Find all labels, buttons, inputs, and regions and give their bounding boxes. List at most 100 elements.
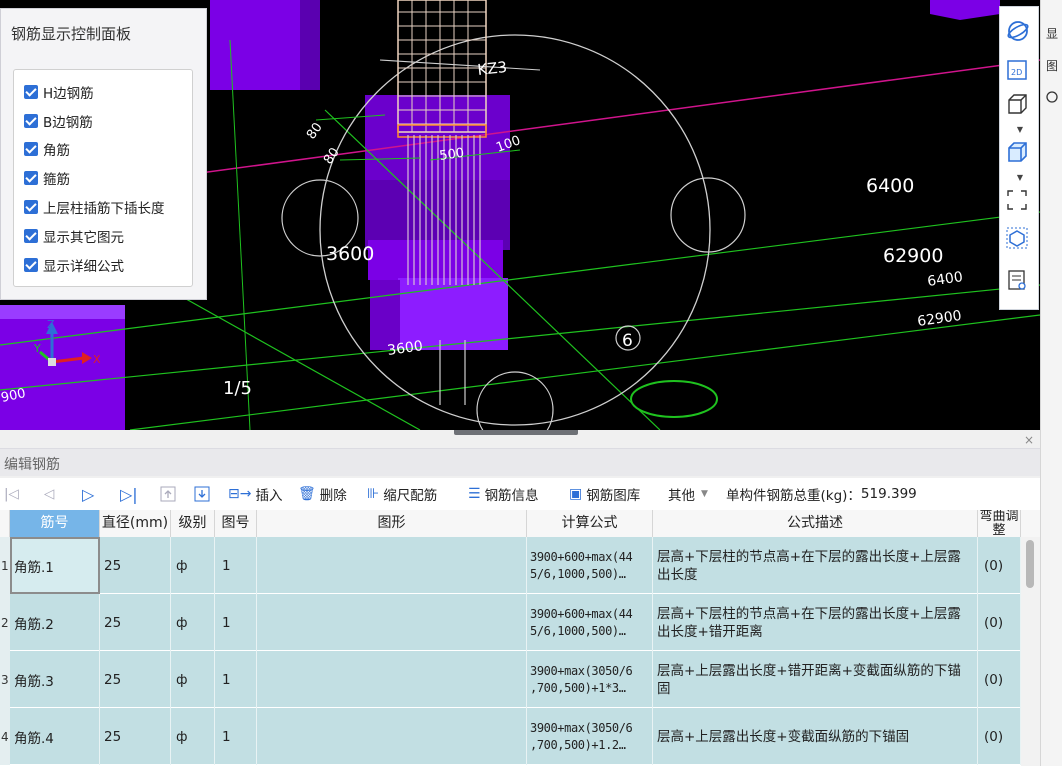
first-record-icon[interactable]: |◁ — [4, 478, 19, 510]
table-row[interactable]: 3 角筋.3 25 ф 1 3900+max(3050/6 ,700,500)+… — [0, 651, 1021, 708]
delete-button[interactable]: 🗑 删除 — [298, 478, 347, 510]
cell-shape[interactable] — [257, 651, 527, 708]
cell-grade[interactable]: ф — [171, 651, 215, 708]
move-down-icon[interactable] — [194, 478, 210, 510]
scale-label: 缩尺配筋 — [383, 488, 438, 504]
checkbox-checked-icon[interactable] — [24, 229, 38, 243]
cell-diameter[interactable]: 25 — [100, 537, 171, 594]
view-3d-solid-icon[interactable] — [1006, 141, 1032, 167]
rebar-info-button[interactable]: ☰ 钢筋信息 — [468, 478, 539, 510]
col-header-formula-desc[interactable]: 公式描述 — [653, 510, 978, 537]
insert-button[interactable]: ⊟→ 插入 — [228, 478, 282, 510]
cell-formula-desc[interactable]: 层高+下层柱的节点高+在下层的露出长度+上层露出长度+错开距离 — [653, 594, 978, 651]
other-menu-button[interactable]: 其他 ▼ — [668, 478, 708, 510]
cell-bend-adjust[interactable]: (0) — [978, 708, 1021, 765]
option-show-detailed-formula[interactable]: 显示详细公式 — [24, 254, 124, 276]
cell-formula-desc[interactable]: 层高+上层露出长度+错开距离+变截面纵筋的下锚固 — [653, 651, 978, 708]
cell-bar-number[interactable]: 角筋.2 — [10, 594, 100, 651]
rebar-library-button[interactable]: ▣ 钢筋图库 — [569, 478, 640, 510]
prev-record-icon[interactable]: ◁ — [44, 478, 54, 510]
3d-viewport[interactable]: KZ3 500 100 80 80 3600 3600 6400 6400 62… — [0, 0, 1040, 430]
vertical-scrollbar[interactable] — [1021, 537, 1040, 766]
total-weight: 单构件钢筋总重(kg)： 519.399 — [726, 478, 917, 510]
table-row[interactable]: 2 角筋.2 25 ф 1 3900+600+max(44 5/6,1000,5… — [0, 594, 1021, 651]
side-panel-tab[interactable]: 图 — [1043, 56, 1061, 74]
dim-label-left-a: 80 — [304, 120, 326, 142]
svg-text:2D: 2D — [1011, 68, 1022, 77]
chevron-down-icon[interactable]: ▼ — [1015, 125, 1025, 134]
col-header-bar-number[interactable]: 筋号 — [10, 510, 100, 537]
cell-grade[interactable]: ф — [171, 708, 215, 765]
cell-formula[interactable]: 3900+max(3050/6 ,700,500)+1.2… — [527, 708, 653, 765]
option-show-other-elements[interactable]: 显示其它图元 — [24, 225, 124, 247]
cell-figure-no[interactable]: 1 — [215, 651, 257, 708]
display-settings-icon[interactable] — [1006, 269, 1032, 295]
checkbox-checked-icon[interactable] — [24, 114, 38, 128]
option-b-edge-rebar[interactable]: B边钢筋 — [24, 110, 93, 132]
cell-grade[interactable]: ф — [171, 537, 215, 594]
cell-bar-number[interactable]: 角筋.1 — [10, 537, 100, 594]
cell-formula[interactable]: 3900+max(3050/6 ,700,500)+1*3… — [527, 651, 653, 708]
cell-diameter[interactable]: 25 — [100, 594, 171, 651]
cell-figure-no[interactable]: 1 — [215, 708, 257, 765]
table-row[interactable]: 4 角筋.4 25 ф 1 3900+max(3050/6 ,700,500)+… — [0, 708, 1021, 765]
cell-figure-no[interactable]: 1 — [215, 594, 257, 651]
cell-formula[interactable]: 3900+600+max(44 5/6,1000,500)… — [527, 537, 653, 594]
cell-shape[interactable] — [257, 537, 527, 594]
cell-diameter[interactable]: 25 — [100, 651, 171, 708]
cell-figure-no[interactable]: 1 — [215, 537, 257, 594]
checkbox-checked-icon[interactable] — [24, 171, 38, 185]
cell-grade[interactable]: ф — [171, 594, 215, 651]
col-header-shape[interactable]: 图形 — [257, 510, 527, 537]
checkbox-checked-icon[interactable] — [24, 258, 38, 272]
move-up-icon[interactable] — [160, 478, 176, 510]
col-header-diameter[interactable]: 直径(mm) — [100, 510, 171, 537]
side-panel-tab[interactable]: 显 — [1043, 24, 1061, 42]
dim-label-62900: 62900 — [883, 245, 943, 267]
last-record-icon[interactable]: ▷| — [120, 478, 138, 510]
col-header-figure-no[interactable]: 图号 — [215, 510, 257, 537]
cell-formula-desc[interactable]: 层高+上层露出长度+变截面纵筋的下锚固 — [653, 708, 978, 765]
view-3d-box-icon[interactable] — [1006, 93, 1032, 119]
checkbox-checked-icon[interactable] — [24, 200, 38, 214]
close-icon[interactable]: × — [1024, 433, 1034, 447]
trash-icon: 🗑 — [298, 486, 316, 502]
option-stirrup[interactable]: 箍筋 — [24, 167, 70, 189]
splitter-handle[interactable] — [454, 430, 578, 435]
cell-shape[interactable] — [257, 594, 527, 651]
view-2d-icon[interactable]: 2D — [1006, 59, 1032, 85]
svg-text:X: X — [93, 353, 101, 366]
col-header-grade[interactable]: 级别 — [171, 510, 215, 537]
cell-formula-desc[interactable]: 层高+下层柱的节点高+在下层的露出长度+上层露出长度 — [653, 537, 978, 594]
cell-bar-number[interactable]: 角筋.4 — [10, 708, 100, 765]
delete-label: 删除 — [319, 488, 347, 504]
cell-bend-adjust[interactable]: (0) — [978, 651, 1021, 708]
cell-bend-adjust[interactable]: (0) — [978, 537, 1021, 594]
orbit-icon[interactable] — [1006, 19, 1032, 45]
option-h-edge-rebar[interactable]: H边钢筋 — [24, 81, 94, 103]
cell-shape[interactable] — [257, 708, 527, 765]
axis-line-green — [0, 284, 1040, 391]
scale-rebar-button[interactable]: ⊪ 缩尺配筋 — [367, 478, 437, 510]
checkbox-checked-icon[interactable] — [24, 85, 38, 99]
fit-view-icon[interactable] — [1006, 189, 1032, 215]
cell-formula[interactable]: 3900+600+max(44 5/6,1000,500)… — [527, 594, 653, 651]
checkbox-checked-icon[interactable] — [24, 142, 38, 156]
next-record-icon[interactable]: ▷ — [82, 478, 94, 510]
chevron-down-icon[interactable]: ▼ — [1015, 173, 1025, 182]
cell-bar-number[interactable]: 角筋.3 — [10, 651, 100, 708]
pane-splitter[interactable] — [0, 430, 1040, 440]
col-header-bend-adjust[interactable]: 弯曲调整 — [978, 510, 1021, 537]
option-corner-rebar[interactable]: 角筋 — [24, 138, 70, 160]
scrollbar-thumb[interactable] — [1026, 540, 1034, 588]
cell-bend-adjust[interactable]: (0) — [978, 594, 1021, 651]
option-upper-dowel-length[interactable]: 上层柱插筋下插长度 — [24, 196, 165, 218]
search-icon[interactable] — [1043, 88, 1061, 106]
axis-line-green — [229, 39, 251, 430]
formula-line: 3900+600+max(44 — [530, 549, 633, 564]
row-number: 4 — [0, 708, 10, 765]
element-view-icon[interactable] — [1006, 227, 1032, 253]
cell-diameter[interactable]: 25 — [100, 708, 171, 765]
table-row[interactable]: 1 角筋.1 25 ф 1 3900+600+max(44 5/6,1000,5… — [0, 537, 1021, 594]
col-header-formula[interactable]: 计算公式 — [527, 510, 653, 537]
